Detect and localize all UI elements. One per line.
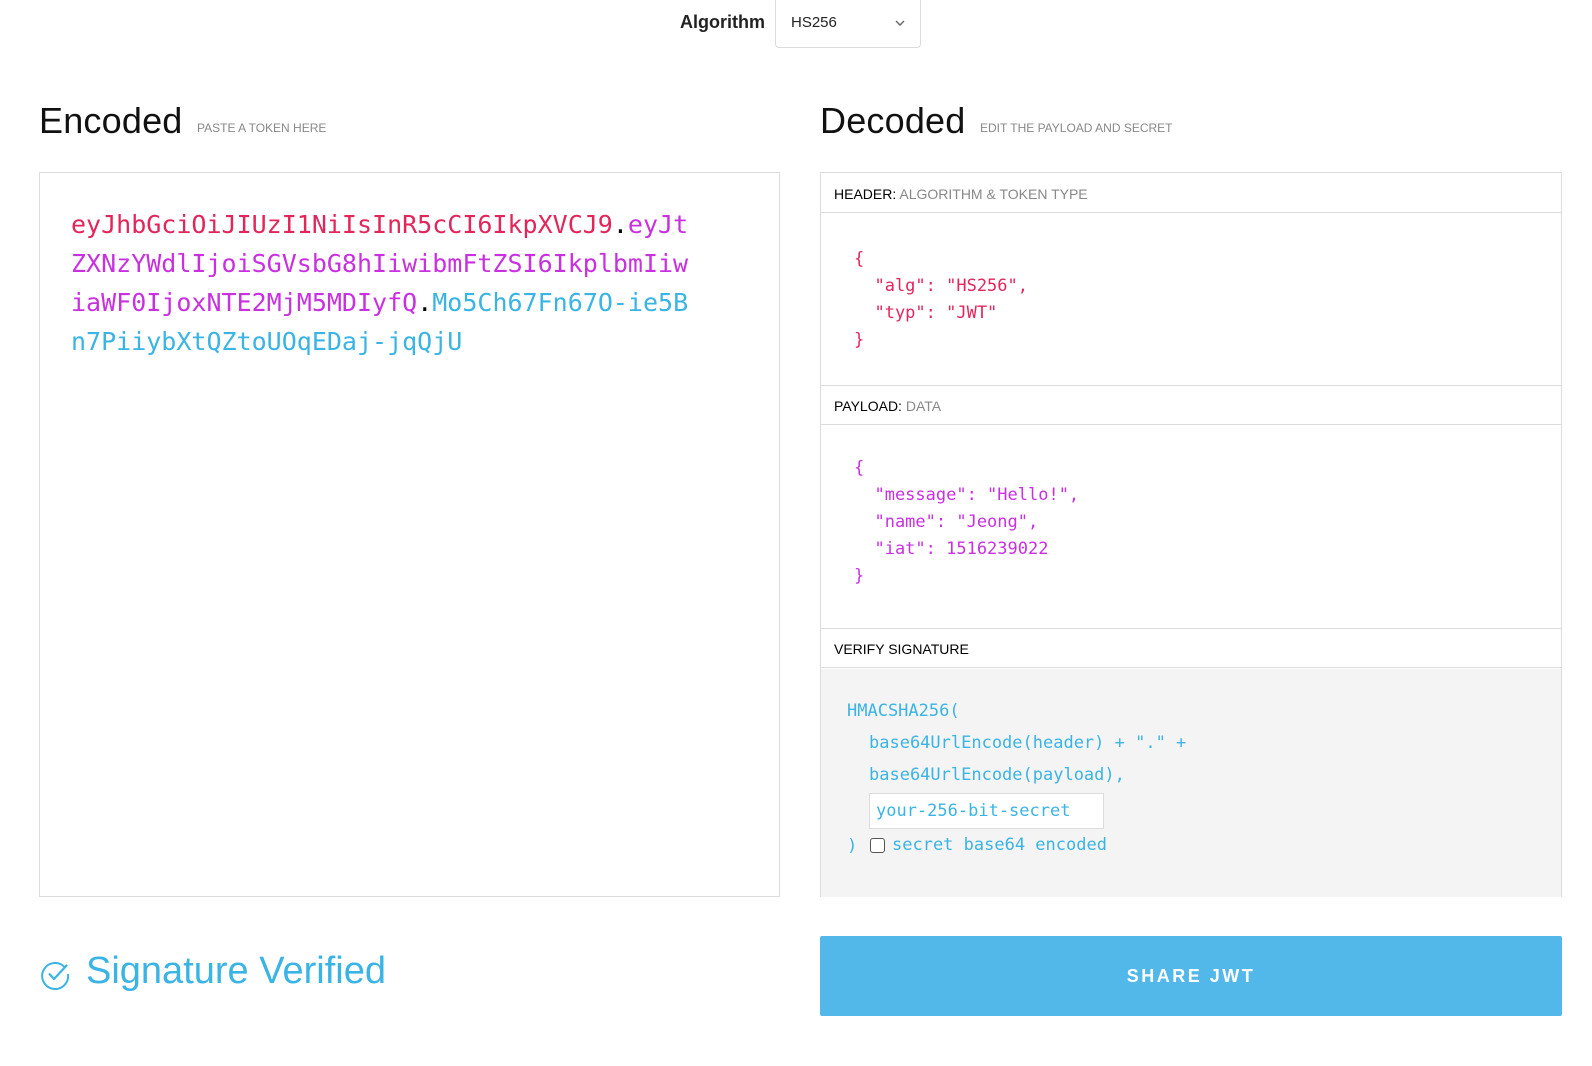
encoded-token-editor[interactable]: eyJhbGciOiJIUzI1NiIsInR5cCI6IkpXVCJ9.eyJ…	[39, 172, 780, 897]
hmac-line-header: base64UrlEncode(header) + "." +	[869, 733, 1187, 753]
header-json-editor[interactable]: { "alg": "HS256", "typ": "JWT" }	[854, 246, 1028, 354]
verify-label: VERIFY SIGNATURE	[834, 641, 969, 657]
algorithm-bar: Algorithm HS256	[0, 0, 1592, 48]
payload-section-title: PAYLOAD: DATA	[821, 385, 1561, 425]
algorithm-selected-value: HS256	[791, 14, 837, 31]
payload-label: PAYLOAD:	[834, 398, 902, 414]
decoded-panel: HEADER: ALGORITHM & TOKEN TYPE { "alg": …	[820, 172, 1562, 897]
decoded-title: Decoded	[820, 100, 966, 141]
verify-section-title: VERIFY SIGNATURE	[821, 628, 1561, 668]
payload-json-editor[interactable]: { "message": "Hello!", "name": "Jeong", …	[854, 455, 1079, 590]
secret-input[interactable]	[869, 793, 1104, 829]
encoded-subtitle: PASTE A TOKEN HERE	[197, 121, 327, 135]
algorithm-label: Algorithm	[680, 12, 765, 32]
header-sublabel: ALGORITHM & TOKEN TYPE	[899, 186, 1088, 202]
header-label: HEADER:	[834, 186, 897, 202]
chevron-down-icon	[895, 20, 905, 26]
hmac-function-open: HMACSHA256(	[847, 701, 960, 721]
verify-signature-body: HMACSHA256( base64UrlEncode(header) + ".…	[821, 669, 1561, 897]
decoded-subtitle: EDIT THE PAYLOAD AND SECRET	[980, 121, 1173, 135]
hmac-function-close: )	[847, 836, 858, 856]
check-circle-icon	[41, 962, 70, 990]
token-dot: .	[612, 210, 628, 239]
token-header-part: eyJhbGciOiJIUzI1NiIsInR5cCI6IkpXVCJ9	[71, 210, 613, 239]
header-section-title: HEADER: ALGORITHM & TOKEN TYPE	[821, 173, 1561, 213]
encoded-token: eyJhbGciOiJIUzI1NiIsInR5cCI6IkpXVCJ9.eyJ…	[71, 205, 691, 361]
secret-base64-label: secret base64 encoded	[892, 835, 1107, 855]
secret-base64-checkbox[interactable]	[870, 838, 885, 853]
share-jwt-button[interactable]: SHARE JWT	[820, 936, 1562, 1016]
algorithm-select[interactable]: HS256	[775, 0, 921, 48]
token-dot: .	[417, 288, 433, 317]
payload-sublabel: DATA	[905, 398, 942, 414]
hmac-line-payload: base64UrlEncode(payload),	[869, 765, 1125, 785]
encoded-title: Encoded	[39, 100, 183, 141]
signature-status-text: Signature Verified	[86, 950, 386, 992]
